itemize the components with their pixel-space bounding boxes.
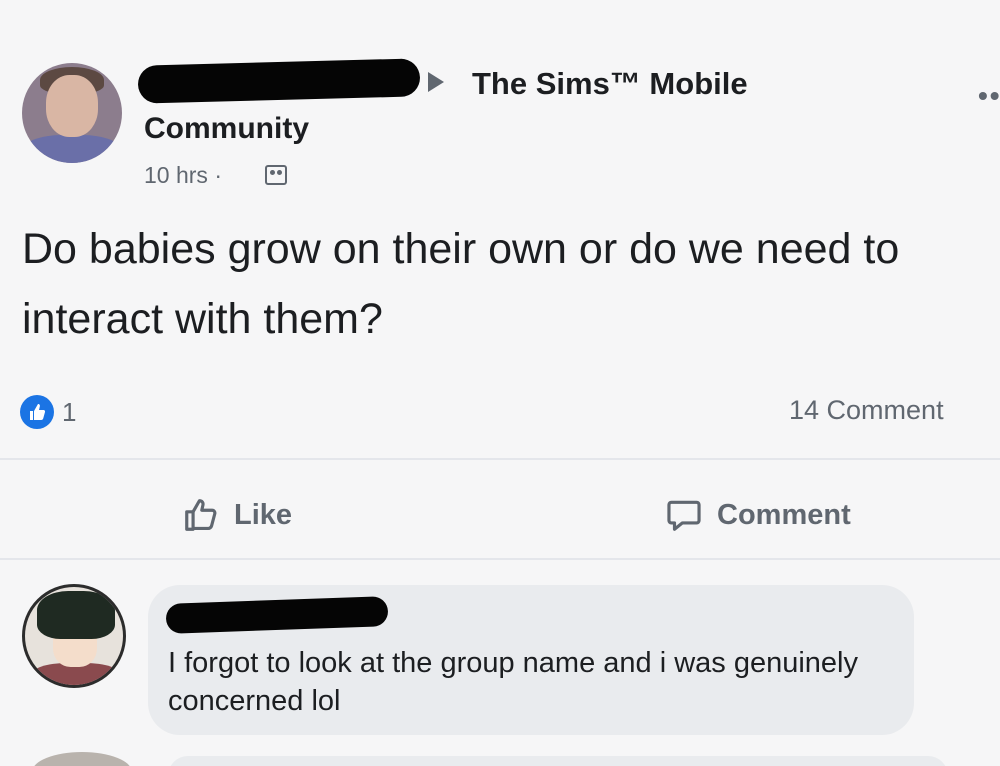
avatar-face (46, 75, 98, 137)
author-avatar[interactable] (22, 63, 122, 163)
comment-label: Comment (717, 498, 851, 531)
group-name-link[interactable]: The Sims™ Mobile (472, 66, 748, 102)
reaction-count[interactable]: 1 (62, 397, 76, 428)
speech-bubble-icon (667, 500, 701, 531)
community-label: Community (144, 112, 309, 145)
next-comment-bubble (168, 756, 948, 766)
group-icon (265, 165, 287, 185)
avatar-shirt (22, 135, 122, 163)
post-text: Do babies grow on their own or do we nee… (22, 225, 900, 343)
like-label: Like (234, 498, 293, 531)
like-button[interactable]: Like (182, 490, 292, 540)
post-timestamp[interactable]: 10 hrs · (144, 162, 222, 189)
post-header: The Sims™ Mobile Community 10 hrs · •• (0, 0, 1000, 200)
next-commenter-avatar[interactable] (32, 752, 132, 766)
like-reaction-icon[interactable] (20, 395, 54, 429)
comment-count-link[interactable]: 14 Comment (789, 395, 944, 426)
avatar-hair (37, 591, 115, 639)
comment-text: I forgot to look at the group name and i… (168, 647, 858, 717)
thumbs-up-icon (185, 499, 217, 531)
commenter-avatar[interactable] (22, 584, 126, 688)
divider (0, 558, 1000, 560)
caret-right-icon (428, 72, 444, 92)
comment-button[interactable]: Comment (665, 490, 851, 540)
more-dots-icon[interactable]: •• (978, 80, 1000, 112)
divider (0, 458, 1000, 460)
redacted-author-name (137, 58, 421, 104)
